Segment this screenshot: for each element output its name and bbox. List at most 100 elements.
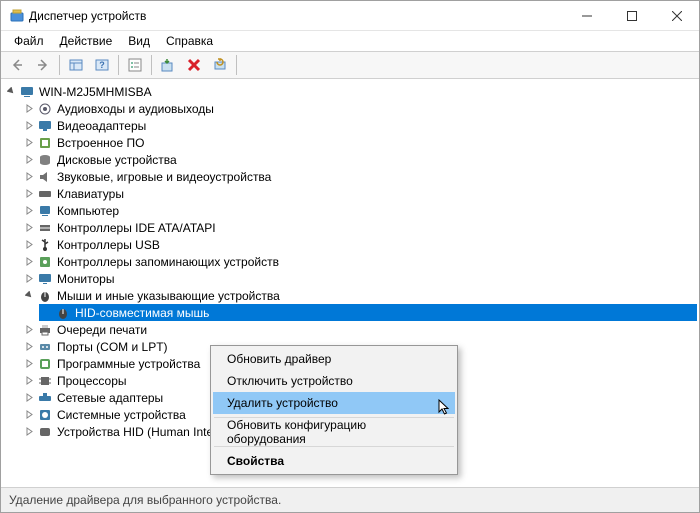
tree-category-node[interactable]: Контроллеры IDE ATA/ATAPI <box>21 219 697 236</box>
app-icon <box>9 8 25 24</box>
tree-device-node[interactable]: HID-совместимая мышь <box>39 304 697 321</box>
expand-icon[interactable] <box>23 188 35 200</box>
context-menu-label: Удалить устройство <box>227 396 338 410</box>
menu-help[interactable]: Справка <box>159 32 220 50</box>
category-label: Компьютер <box>57 204 119 218</box>
tree-root-node[interactable]: WIN-M2J5MHMISBA <box>3 83 697 100</box>
expand-icon[interactable] <box>23 154 35 166</box>
printer-icon <box>37 322 53 338</box>
category-label: Клавиатуры <box>57 187 124 201</box>
category-label: Системные устройства <box>57 408 186 422</box>
category-label: Порты (COM и LPT) <box>57 340 168 354</box>
category-label: Контроллеры USB <box>57 238 160 252</box>
tree-category-node[interactable]: Видеоадаптеры <box>21 117 697 134</box>
expand-icon[interactable] <box>23 137 35 149</box>
expand-icon[interactable] <box>23 409 35 421</box>
category-label: Дисковые устройства <box>57 153 177 167</box>
port-icon <box>37 339 53 355</box>
expand-icon[interactable] <box>23 171 35 183</box>
tree-category-node[interactable]: Клавиатуры <box>21 185 697 202</box>
expand-icon[interactable] <box>23 426 35 438</box>
sound-icon <box>37 169 53 185</box>
firmware-icon <box>37 135 53 151</box>
minimize-button[interactable] <box>564 1 609 30</box>
menu-file[interactable]: Файл <box>7 32 51 50</box>
network-icon <box>37 390 53 406</box>
disk-icon <box>37 152 53 168</box>
expand-icon[interactable] <box>23 375 35 387</box>
device-tree-pane[interactable]: WIN-M2J5MHMISBAАудиовходы и аудиовыходыВ… <box>1 79 699 488</box>
context-menu-label: Свойства <box>227 454 284 468</box>
context-menu-label: Отключить устройство <box>227 374 353 388</box>
mouse-icon <box>55 305 71 321</box>
show-hidden-button[interactable] <box>64 53 88 77</box>
keyboard-icon <box>37 186 53 202</box>
scan-hardware-button[interactable] <box>208 53 232 77</box>
expand-icon[interactable] <box>23 205 35 217</box>
close-button[interactable] <box>654 1 699 30</box>
context-menu-item[interactable]: Свойства <box>213 450 455 472</box>
tree-category-node[interactable]: Очереди печати <box>21 321 697 338</box>
help-button[interactable]: ? <box>90 53 114 77</box>
expand-icon[interactable] <box>23 341 35 353</box>
category-label: Аудиовходы и аудиовыходы <box>57 102 214 116</box>
tree-category-node[interactable]: Звуковые, игровые и видеоустройства <box>21 168 697 185</box>
tree-category-node[interactable]: Мониторы <box>21 270 697 287</box>
category-label: Программные устройства <box>57 357 200 371</box>
tree-category-node[interactable]: Дисковые устройства <box>21 151 697 168</box>
context-menu-separator <box>214 446 454 447</box>
tree-category-node[interactable]: Компьютер <box>21 202 697 219</box>
expand-icon[interactable] <box>23 103 35 115</box>
context-menu-item[interactable]: Обновить драйвер <box>213 348 455 370</box>
expand-icon[interactable] <box>23 273 35 285</box>
expand-icon[interactable] <box>23 222 35 234</box>
expand-icon[interactable] <box>23 290 35 302</box>
uninstall-button[interactable] <box>182 53 206 77</box>
menu-view[interactable]: Вид <box>121 32 157 50</box>
tree-category-node[interactable]: Контроллеры запоминающих устройств <box>21 253 697 270</box>
device-manager-window: Диспетчер устройств Файл Действие Вид Сп… <box>0 0 700 513</box>
expand-icon[interactable] <box>5 86 17 98</box>
window-title: Диспетчер устройств <box>29 9 564 23</box>
category-label: Очереди печати <box>57 323 147 337</box>
toolbar-separator <box>118 55 119 75</box>
nav-back-button[interactable] <box>5 53 29 77</box>
category-label: Мыши и иные указывающие устройства <box>57 289 280 303</box>
context-menu-item[interactable]: Удалить устройство <box>213 392 455 414</box>
tree-category-node[interactable]: Встроенное ПО <box>21 134 697 151</box>
context-menu: Обновить драйвер Отключить устройство Удал… <box>210 345 458 475</box>
menu-action[interactable]: Действие <box>53 32 120 50</box>
category-label: Сетевые адаптеры <box>57 391 163 405</box>
titlebar: Диспетчер устройств <box>1 1 699 31</box>
system-icon <box>37 407 53 423</box>
root-label: WIN-M2J5MHMISBA <box>39 85 152 99</box>
context-menu-label: Обновить конфигурацию оборудования <box>227 418 441 446</box>
computer-icon <box>37 203 53 219</box>
usb-icon <box>37 237 53 253</box>
context-menu-item[interactable]: Отключить устройство <box>213 370 455 392</box>
expand-icon[interactable] <box>23 392 35 404</box>
tree-category-node[interactable]: Мыши и иные указывающие устройства <box>21 287 697 304</box>
status-text: Удаление драйвера для выбранного устройс… <box>9 493 281 507</box>
expand-icon[interactable] <box>23 120 35 132</box>
expand-icon[interactable] <box>23 239 35 251</box>
cpu-icon <box>37 373 53 389</box>
window-controls <box>564 1 699 30</box>
expand-icon[interactable] <box>23 358 35 370</box>
expand-icon[interactable] <box>23 324 35 336</box>
category-label: Контроллеры IDE ATA/ATAPI <box>57 221 216 235</box>
context-menu-item[interactable]: Обновить конфигурацию оборудования <box>213 421 455 443</box>
tree-category-node[interactable]: Аудиовходы и аудиовыходы <box>21 100 697 117</box>
properties-button[interactable] <box>123 53 147 77</box>
toolbar-separator <box>151 55 152 75</box>
category-label: Звуковые, игровые и видеоустройства <box>57 170 271 184</box>
category-label: Контроллеры запоминающих устройств <box>57 255 279 269</box>
expand-icon[interactable] <box>23 256 35 268</box>
hid-icon <box>37 424 53 440</box>
computer-icon <box>19 84 35 100</box>
update-driver-button[interactable] <box>156 53 180 77</box>
tree-category-node[interactable]: Контроллеры USB <box>21 236 697 253</box>
maximize-button[interactable] <box>609 1 654 30</box>
nav-forward-button[interactable] <box>31 53 55 77</box>
category-label: Процессоры <box>57 374 127 388</box>
